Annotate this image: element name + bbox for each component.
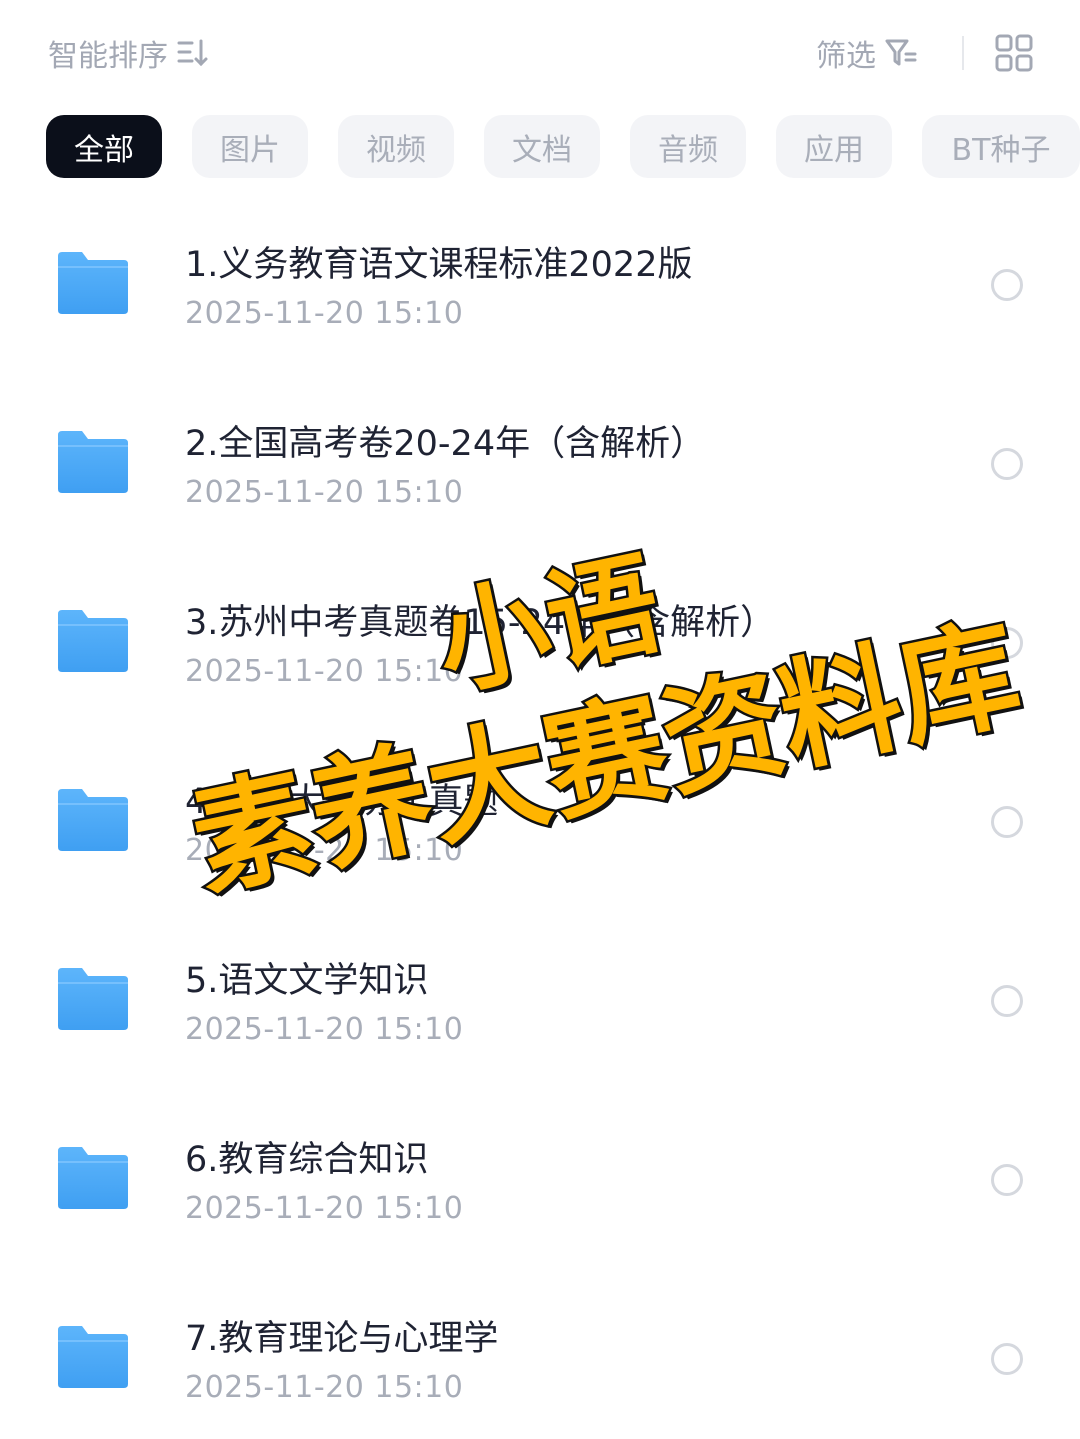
category-tabs: 全部 图片 视频 文档 音频 应用 BT种子 bbox=[46, 115, 1080, 178]
list-item[interactable]: 5.语文文学知识 2025-11-20 15:10 bbox=[0, 916, 1080, 1095]
select-radio[interactable] bbox=[991, 1343, 1023, 1375]
file-name: 4.素养大赛历年真题 bbox=[185, 782, 499, 822]
folder-icon bbox=[58, 431, 128, 493]
list-item[interactable]: 3.苏州中考真题卷15-24年（含解析） 2025-11-20 15:10 bbox=[0, 558, 1080, 737]
folder-icon bbox=[58, 252, 128, 314]
tab-bt-torrents[interactable]: BT种子 bbox=[922, 115, 1080, 178]
file-time: 2025-11-20 15:10 bbox=[185, 296, 464, 331]
list-item[interactable]: 7.教育理论与心理学 2025-11-20 15:10 bbox=[0, 1274, 1080, 1439]
file-name: 3.苏州中考真题卷15-24年（含解析） bbox=[185, 603, 776, 643]
sort-descending-icon bbox=[177, 39, 208, 67]
file-name: 5.语文文学知识 bbox=[185, 961, 429, 1001]
list-item[interactable]: 6.教育综合知识 2025-11-20 15:10 bbox=[0, 1095, 1080, 1274]
file-time: 2025-11-20 15:10 bbox=[185, 1012, 464, 1047]
select-radio[interactable] bbox=[991, 1164, 1023, 1196]
file-name: 7.教育理论与心理学 bbox=[185, 1319, 499, 1359]
filter-icon bbox=[885, 39, 917, 66]
file-name: 6.教育综合知识 bbox=[185, 1140, 429, 1180]
filter-button[interactable]: 筛选 bbox=[816, 30, 918, 76]
sort-label: 智能排序 bbox=[48, 39, 168, 74]
file-time: 2025-11-20 15:10 bbox=[185, 475, 464, 510]
tab-videos[interactable]: 视频 bbox=[338, 115, 454, 178]
tab-documents[interactable]: 文档 bbox=[484, 115, 600, 178]
top-toolbar: 智能排序 筛选 bbox=[0, 0, 1080, 105]
sort-button[interactable]: 智能排序 bbox=[48, 30, 210, 76]
tab-audio[interactable]: 音频 bbox=[630, 115, 746, 178]
select-radio[interactable] bbox=[991, 985, 1023, 1017]
file-time: 2025-11-20 15:10 bbox=[185, 1191, 464, 1226]
select-radio[interactable] bbox=[991, 627, 1023, 659]
tab-images[interactable]: 图片 bbox=[192, 115, 308, 178]
folder-icon bbox=[58, 968, 128, 1030]
tab-all[interactable]: 全部 bbox=[46, 115, 162, 178]
folder-icon bbox=[58, 789, 128, 851]
list-item[interactable]: 2.全国高考卷20-24年（含解析） 2025-11-20 15:10 bbox=[0, 379, 1080, 558]
list-item[interactable]: 1.义务教育语文课程标准2022版 2025-11-20 15:10 bbox=[0, 200, 1080, 379]
select-radio[interactable] bbox=[991, 806, 1023, 838]
file-time: 2025-11-20 15:10 bbox=[185, 1370, 464, 1405]
tab-apps[interactable]: 应用 bbox=[776, 115, 892, 178]
file-time: 2025-11-20 15:10 bbox=[185, 833, 464, 868]
list-item[interactable]: 4.素养大赛历年真题 2025-11-20 15:10 bbox=[0, 737, 1080, 916]
select-radio[interactable] bbox=[991, 448, 1023, 480]
folder-icon bbox=[58, 1147, 128, 1209]
folder-icon bbox=[58, 610, 128, 672]
grid-view-icon[interactable] bbox=[994, 33, 1034, 73]
toolbar-divider bbox=[962, 36, 964, 70]
filter-label: 筛选 bbox=[816, 39, 876, 74]
folder-icon bbox=[58, 1326, 128, 1388]
file-name: 2.全国高考卷20-24年（含解析） bbox=[185, 424, 706, 464]
select-radio[interactable] bbox=[991, 269, 1023, 301]
file-name: 1.义务教育语文课程标准2022版 bbox=[185, 245, 693, 285]
file-time: 2025-11-20 15:10 bbox=[185, 654, 464, 689]
